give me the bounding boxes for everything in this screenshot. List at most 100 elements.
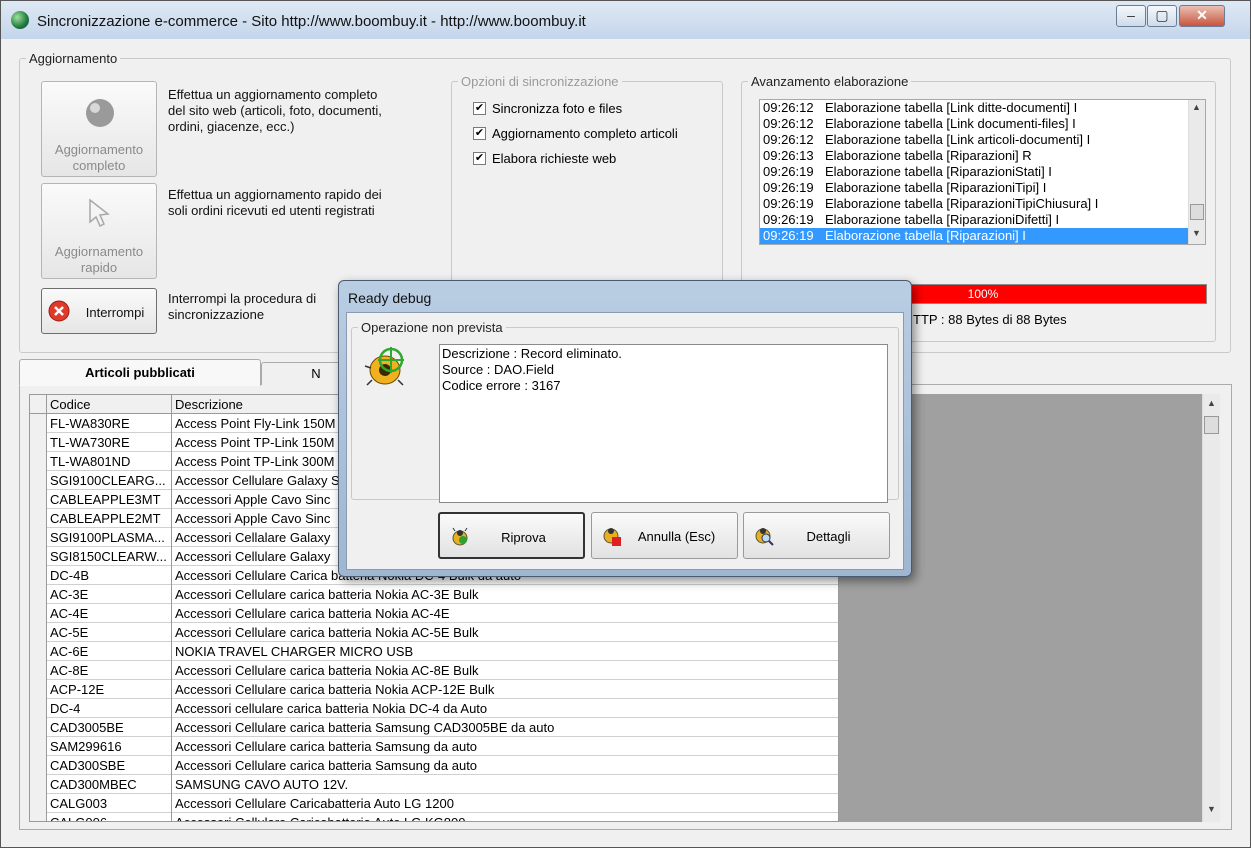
- cell-descrizione[interactable]: Accessori Cellulare Caricabatteria Auto …: [172, 813, 838, 821]
- row-selector[interactable]: [30, 490, 47, 509]
- maximize-button[interactable]: ▢: [1147, 5, 1177, 27]
- cell-descrizione[interactable]: Accessori cellulare carica batteria Noki…: [172, 699, 838, 718]
- row-selector[interactable]: [30, 547, 47, 566]
- scroll-down-icon[interactable]: ▼: [1207, 804, 1216, 814]
- log-row[interactable]: 09:26:12 Elaborazione tabella [Link artic…: [760, 132, 1188, 148]
- cell-codice[interactable]: TL-WA730RE: [47, 433, 172, 452]
- grid-scrollbar[interactable]: ▲ ▼: [1202, 394, 1220, 822]
- cell-codice[interactable]: SGI9100PLASMA...: [47, 528, 172, 547]
- log-row[interactable]: 09:26:19 Elaborazione tabella [Riparazion…: [760, 180, 1188, 196]
- row-selector[interactable]: [30, 813, 47, 821]
- log-row[interactable]: 09:26:12 Elaborazione tabella [Link ditte…: [760, 100, 1188, 116]
- cell-codice[interactable]: ACP-12E: [47, 680, 172, 699]
- cell-codice[interactable]: CALG006: [47, 813, 172, 821]
- row-selector[interactable]: [30, 566, 47, 585]
- row-selector[interactable]: [30, 718, 47, 737]
- cell-codice[interactable]: SGI9100CLEARG...: [47, 471, 172, 490]
- cell-descrizione[interactable]: Accessori Cellulare carica batteria Noki…: [172, 661, 838, 680]
- cell-descrizione[interactable]: Accessori Cellulare carica batteria Sams…: [172, 718, 838, 737]
- cell-codice[interactable]: SAM299616: [47, 737, 172, 756]
- row-selector[interactable]: [30, 471, 47, 490]
- table-row[interactable]: DC-4 Accessori cellulare carica batteria …: [30, 699, 838, 718]
- row-selector[interactable]: [30, 756, 47, 775]
- table-row[interactable]: ACP-12E Accessori Cellulare carica batter…: [30, 680, 838, 699]
- cell-descrizione[interactable]: Accessori Cellulare carica batteria Noki…: [172, 604, 838, 623]
- stop-button[interactable]: Interrompi: [41, 288, 157, 334]
- table-row[interactable]: AC-4E Accessori Cellulare carica batteria…: [30, 604, 838, 623]
- row-selector[interactable]: [30, 623, 47, 642]
- cell-codice[interactable]: CABLEAPPLE2MT: [47, 509, 172, 528]
- row-selector[interactable]: [30, 414, 47, 433]
- column-header-codice[interactable]: Codice: [47, 395, 172, 414]
- row-selector[interactable]: [30, 775, 47, 794]
- table-row[interactable]: CAD3005BE Accessori Cellulare carica batt…: [30, 718, 838, 737]
- table-row[interactable]: AC-3E Accessori Cellulare carica batteria…: [30, 585, 838, 604]
- table-row[interactable]: AC-5E Accessori Cellulare carica batteria…: [30, 623, 838, 642]
- cell-codice[interactable]: CABLEAPPLE3MT: [47, 490, 172, 509]
- cell-codice[interactable]: AC-8E: [47, 661, 172, 680]
- scroll-thumb[interactable]: [1204, 416, 1219, 434]
- full-update-button[interactable]: Aggiornamento completo: [41, 81, 157, 177]
- table-row[interactable]: AC-8E Accessori Cellulare carica batteria…: [30, 661, 838, 680]
- row-selector[interactable]: [30, 680, 47, 699]
- cell-codice[interactable]: CALG003: [47, 794, 172, 813]
- table-row[interactable]: CAD300MBEC SAMSUNG CAVO AUTO 12V.: [30, 775, 838, 794]
- log-row[interactable]: 09:26:19 Elaborazione tabella [Riparazion…: [760, 164, 1188, 180]
- retry-button[interactable]: Riprova: [438, 512, 585, 559]
- cell-codice[interactable]: AC-5E: [47, 623, 172, 642]
- row-selector[interactable]: [30, 794, 47, 813]
- close-button[interactable]: ✕: [1179, 5, 1225, 27]
- details-button[interactable]: Dettagli: [743, 512, 890, 559]
- table-row[interactable]: CAD300SBE Accessori Cellulare carica batt…: [30, 756, 838, 775]
- table-row[interactable]: SAM299616 Accessori Cellulare carica batt…: [30, 737, 838, 756]
- log-scrollbar[interactable]: ▲ ▼: [1188, 100, 1205, 244]
- cell-codice[interactable]: DC-4: [47, 699, 172, 718]
- cell-codice[interactable]: CAD300MBEC: [47, 775, 172, 794]
- log-row[interactable]: 09:26:19 Elaborazione tabella [Riparazion…: [760, 196, 1188, 212]
- cell-descrizione[interactable]: Accessori Cellulare Caricabatteria Auto …: [172, 794, 838, 813]
- cell-descrizione[interactable]: Accessori Cellulare carica batteria Sams…: [172, 756, 838, 775]
- scroll-down-icon[interactable]: ▼: [1192, 228, 1201, 238]
- table-row[interactable]: CALG006Accessori Cellulare Caricabatteri…: [30, 813, 838, 821]
- scroll-thumb[interactable]: [1190, 204, 1204, 220]
- cell-codice[interactable]: TL-WA801ND: [47, 452, 172, 471]
- scroll-up-icon[interactable]: ▲: [1207, 398, 1216, 408]
- cell-descrizione[interactable]: Accessori Cellulare carica batteria Sams…: [172, 737, 838, 756]
- row-selector[interactable]: [30, 699, 47, 718]
- cell-descrizione[interactable]: SAMSUNG CAVO AUTO 12V.: [172, 775, 838, 794]
- cell-codice[interactable]: AC-4E: [47, 604, 172, 623]
- cell-descrizione[interactable]: Accessori Cellulare carica batteria Noki…: [172, 623, 838, 642]
- cell-codice[interactable]: FL-WA830RE: [47, 414, 172, 433]
- cell-descrizione[interactable]: Accessori Cellulare carica batteria Noki…: [172, 585, 838, 604]
- row-selector[interactable]: [30, 528, 47, 547]
- log-row-selected[interactable]: 09:26:19 Elaborazione tabella [Riparazion…: [760, 228, 1188, 244]
- cell-descrizione[interactable]: NOKIA TRAVEL CHARGER MICRO USB: [172, 642, 838, 661]
- row-selector[interactable]: [30, 604, 47, 623]
- log-row[interactable]: 09:26:13 Elaborazione tabella [Riparazion…: [760, 148, 1188, 164]
- cell-descrizione[interactable]: Accessori Cellulare carica batteria Noki…: [172, 680, 838, 699]
- error-message-box[interactable]: Descrizione : Record eliminato. Source :…: [439, 344, 888, 503]
- table-row[interactable]: AC-6E NOKIA TRAVEL CHARGER MICRO USB: [30, 642, 838, 661]
- scroll-up-icon[interactable]: ▲: [1192, 102, 1201, 112]
- log-row[interactable]: 09:26:12 Elaborazione tabella [Link docum…: [760, 116, 1188, 132]
- cell-codice[interactable]: CAD3005BE: [47, 718, 172, 737]
- row-selector[interactable]: [30, 509, 47, 528]
- cell-codice[interactable]: AC-6E: [47, 642, 172, 661]
- row-selector[interactable]: [30, 433, 47, 452]
- log-row[interactable]: 09:26:19 Elaborazione tabella [Riparazion…: [760, 212, 1188, 228]
- log-list[interactable]: 09:26:12 Elaborazione tabella [Link ditte…: [759, 99, 1206, 245]
- quick-update-button[interactable]: Aggiornamento rapido: [41, 183, 157, 279]
- cell-codice[interactable]: SGI8150CLEARW...: [47, 547, 172, 566]
- row-selector[interactable]: [30, 452, 47, 471]
- row-selector[interactable]: [30, 585, 47, 604]
- tab-articoli-pubblicati[interactable]: Articoli pubblicati: [19, 359, 261, 386]
- row-selector[interactable]: [30, 661, 47, 680]
- minimize-button[interactable]: –: [1116, 5, 1146, 27]
- row-selector[interactable]: [30, 737, 47, 756]
- title-bar[interactable]: Sincronizzazione e-commerce - Sito http:…: [1, 1, 1250, 39]
- cell-codice[interactable]: CAD300SBE: [47, 756, 172, 775]
- cancel-button[interactable]: Annulla (Esc): [591, 512, 738, 559]
- table-row[interactable]: CALG003 Accessori Cellulare Caricabatteri…: [30, 794, 838, 813]
- cell-codice[interactable]: DC-4B: [47, 566, 172, 585]
- cell-codice[interactable]: AC-3E: [47, 585, 172, 604]
